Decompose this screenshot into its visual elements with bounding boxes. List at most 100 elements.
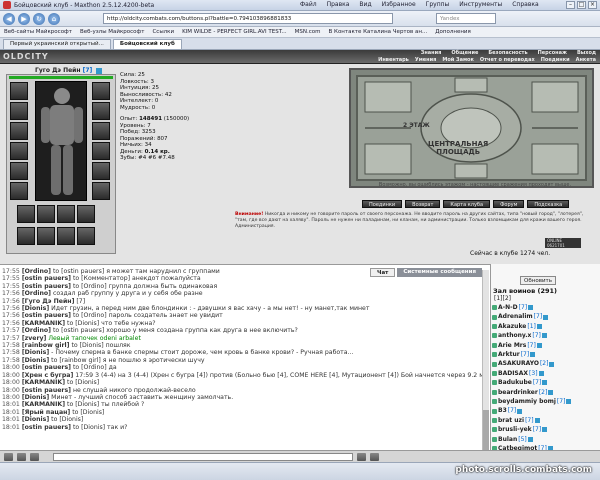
info-icon[interactable] xyxy=(517,408,523,414)
ring-slot[interactable] xyxy=(92,142,110,160)
filter-icon[interactable] xyxy=(30,452,39,461)
user-list-item[interactable]: Arie Mrs [7] xyxy=(492,341,592,350)
menu-edit[interactable]: Правка xyxy=(327,1,350,8)
tab-combats[interactable]: Бойцовский клуб xyxy=(112,39,182,49)
info-icon[interactable] xyxy=(536,324,542,330)
info-icon[interactable] xyxy=(548,389,554,395)
user-nick[interactable]: beardrinker xyxy=(498,388,538,397)
maximize-button[interactable]: □ xyxy=(577,1,586,9)
info-icon[interactable] xyxy=(528,305,534,311)
bag-slot[interactable] xyxy=(17,205,35,223)
user-nick[interactable]: ASAKURAYO xyxy=(498,359,539,368)
return-button[interactable]: Возврат xyxy=(405,200,441,208)
info-icon[interactable] xyxy=(543,314,549,320)
user-nick[interactable]: brat uzi xyxy=(498,416,524,425)
menu-exit[interactable]: Выход xyxy=(577,50,596,56)
smiley-icon[interactable] xyxy=(4,452,13,461)
user-list-item[interactable]: A-N-D [7] xyxy=(492,303,592,312)
user-nick[interactable]: Arktur xyxy=(498,350,520,359)
tab-system-messages[interactable]: Системные сообщения xyxy=(397,268,482,277)
fav-link[interactable]: Веб-узлы Майкрософт xyxy=(80,29,144,35)
private-message-icon[interactable] xyxy=(492,427,497,433)
amulet-slot[interactable] xyxy=(10,102,28,120)
menu-castle[interactable]: Мой Замок xyxy=(442,57,474,63)
info-icon[interactable] xyxy=(534,418,540,424)
private-message-icon[interactable] xyxy=(492,314,497,320)
user-list-item[interactable]: Bulan [5] xyxy=(492,435,592,444)
info-icon[interactable] xyxy=(530,352,536,358)
user-list-item[interactable]: Arktur [7] xyxy=(492,350,592,359)
user-nick[interactable]: Arie Mrs xyxy=(498,341,526,350)
chat-nick[interactable]: [Dionis] xyxy=(22,416,49,423)
chat-nick[interactable]: [ostin pauers] xyxy=(22,275,71,282)
tab-chat[interactable]: Чат xyxy=(370,268,396,277)
chat-nick[interactable]: [Ordino] xyxy=(22,268,51,275)
user-nick[interactable]: Adrenalim xyxy=(498,312,533,321)
address-bar[interactable]: http://oldcity.combats.com/buttons.pl?ba… xyxy=(103,13,393,24)
private-message-icon[interactable] xyxy=(492,305,497,311)
private-message-icon[interactable] xyxy=(492,324,497,330)
home-icon[interactable]: ⌂ xyxy=(48,12,60,25)
user-list-item[interactable]: ASAKURAYO [2] xyxy=(492,359,592,368)
scrollbar-thumb[interactable] xyxy=(483,410,489,450)
menu-view[interactable]: Вид xyxy=(359,1,371,8)
tab-ukrainian[interactable]: Первый украинский открытый... xyxy=(3,39,111,49)
boots-slot[interactable] xyxy=(92,182,110,200)
menu-inventory[interactable]: Инвентарь xyxy=(378,57,409,63)
menu-communication[interactable]: Общение xyxy=(451,50,478,56)
fav-link[interactable]: KIM WILDE - PERFECT GIRL.AVI TEST... xyxy=(182,29,287,35)
private-message-icon[interactable] xyxy=(492,408,497,414)
chat-nick[interactable]: [ostin pauers] xyxy=(22,364,71,371)
private-message-icon[interactable] xyxy=(492,361,497,367)
forum-button[interactable]: Форум xyxy=(493,200,525,208)
menu-file[interactable]: Файл xyxy=(300,1,317,8)
refresh-button[interactable]: Обновить xyxy=(520,276,556,285)
fights-button[interactable]: Поединки xyxy=(362,200,403,208)
shield-slot[interactable] xyxy=(92,122,110,140)
info-icon[interactable] xyxy=(538,371,544,377)
info-icon[interactable] xyxy=(542,427,548,433)
info-icon[interactable] xyxy=(566,399,572,405)
bag-slot[interactable] xyxy=(37,227,55,245)
chat-nick[interactable]: [Dionis] xyxy=(22,394,49,401)
info-icon[interactable] xyxy=(96,67,103,74)
private-message-icon[interactable] xyxy=(492,352,497,358)
fav-link[interactable]: Дополнения xyxy=(435,29,471,35)
menu-favorites[interactable]: Избранное xyxy=(382,1,416,8)
earring-slot[interactable] xyxy=(92,82,110,100)
weapon-slot[interactable] xyxy=(10,122,28,140)
user-nick[interactable]: beydammiy bomj xyxy=(498,397,556,406)
fav-link[interactable]: MSN.com xyxy=(295,29,321,35)
hint-button[interactable]: Подсказка xyxy=(527,200,570,208)
menu-knowledge[interactable]: Знания xyxy=(421,50,442,56)
private-message-icon[interactable] xyxy=(492,333,497,339)
user-list-item[interactable]: B3 [7] xyxy=(492,406,592,415)
chat-nick[interactable]: [ostin pauers] xyxy=(22,312,71,319)
private-message-icon[interactable] xyxy=(492,380,497,386)
user-list-item[interactable]: Akazuke [1] xyxy=(492,322,592,331)
fav-link[interactable]: Веб-сайты Майкрософт xyxy=(4,29,72,35)
chat-nick[interactable]: [zvery] xyxy=(22,335,47,342)
private-message-icon[interactable] xyxy=(492,342,497,348)
search-input[interactable]: Yandex xyxy=(436,13,496,24)
chat-nick[interactable]: [KARMANIK] xyxy=(22,379,65,386)
private-message-icon[interactable] xyxy=(492,399,497,405)
chat-nick[interactable]: [KARMANIK] xyxy=(22,320,65,327)
user-list-item[interactable]: Adrenalim [7] xyxy=(492,312,592,321)
chat-nick[interactable]: [rainbow girl] xyxy=(22,342,70,349)
info-icon[interactable] xyxy=(527,436,533,442)
user-nick[interactable]: anthony.x xyxy=(498,331,531,340)
menu-tools[interactable]: Инструменты xyxy=(459,1,502,8)
user-nick[interactable]: Badukube xyxy=(498,378,532,387)
menu-fights[interactable]: Поединки xyxy=(541,57,570,63)
info-icon[interactable] xyxy=(542,380,548,386)
user-list-item[interactable]: beardrinker [2] xyxy=(492,388,592,397)
forward-icon[interactable]: ▶ xyxy=(18,12,30,25)
user-list-item[interactable]: Badukube [7] xyxy=(492,378,592,387)
private-message-icon[interactable] xyxy=(492,371,497,377)
clear-icon[interactable] xyxy=(17,452,26,461)
bag-slot[interactable] xyxy=(57,205,75,223)
club-map[interactable]: 2 ЭТАЖ ЦЕНТРАЛЬНАЯ ПЛОЩАДЬ xyxy=(349,68,594,188)
user-list-item[interactable]: brusli-yek [7] xyxy=(492,425,592,434)
private-message-icon[interactable] xyxy=(492,436,497,442)
